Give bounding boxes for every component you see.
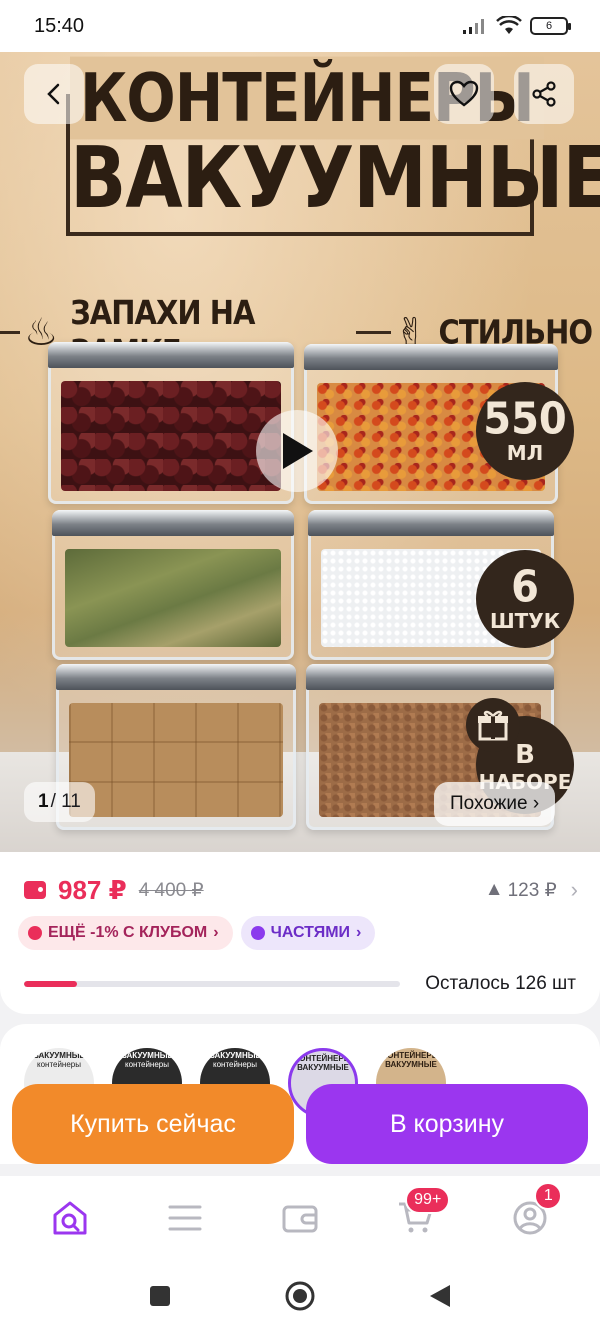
stock-row: Осталось 126 шт: [24, 970, 576, 998]
home-search-icon: [53, 1201, 87, 1235]
nav-cart[interactable]: 99+: [385, 1186, 451, 1248]
divider: [0, 330, 21, 334]
triangle-up-icon: ▲: [484, 879, 504, 900]
chevron-right-icon: ›: [356, 924, 362, 941]
variant-subtitle: ВАКУУМНЫЕ: [297, 1062, 349, 1072]
price-diff-value: 123 ₽: [507, 879, 557, 901]
chevron-right-icon: ›: [570, 877, 578, 902]
club-discount-label: ЕЩЁ -1% С КЛУБОМ: [48, 924, 208, 941]
variant-subtitle: контейнеры: [36, 1059, 81, 1069]
gift-icon: [466, 698, 520, 752]
square-icon: [150, 1286, 170, 1306]
badge-volume: 550 МЛ: [476, 382, 574, 480]
wallet-icon: [24, 881, 46, 899]
wallet-nav-icon: [282, 1205, 318, 1233]
similar-button[interactable]: Похожие ›: [434, 782, 556, 826]
banner-line-2: ВАКУУМНЫЕ: [70, 128, 600, 228]
status-bar: 15:40 6: [0, 0, 600, 52]
recents-button[interactable]: [140, 1276, 180, 1316]
variant-subtitle: контейнеры: [124, 1059, 169, 1069]
count-unit: ШТУК: [489, 609, 561, 633]
container-beans: [48, 342, 294, 504]
image-index: 1: [38, 791, 49, 812]
price-card: 987 ₽ 4 400 ₽ ▲ 123 ₽ › ЕЩЁ -1% С КЛУБОМ…: [0, 852, 600, 1014]
chevron-left-icon: [47, 83, 60, 105]
action-bar: Купить сейчас В корзину: [0, 1080, 600, 1176]
menu-icon: [168, 1205, 202, 1231]
product-image[interactable]: КОНТЕЙНЕРЫ ВАКУУМНЫЕ ♨ ЗАПАХИ НА ЗАМКЕ ✌…: [0, 52, 600, 852]
variant-subtitle: контейнеры: [212, 1059, 257, 1069]
play-video-button[interactable]: [256, 410, 338, 492]
nav-wallet[interactable]: [270, 1188, 330, 1248]
status-time: 15:40: [34, 14, 85, 37]
similar-label: Похожие ›: [450, 793, 540, 814]
promo-pills: ЕЩЁ -1% С КЛУБОМ › ЧАСТЯМИ ›: [18, 916, 376, 950]
price-row[interactable]: 987 ₽ 4 400 ₽ ▲ 123 ₽ ›: [24, 872, 578, 908]
image-total: / 11: [50, 791, 81, 812]
play-icon: [283, 433, 313, 469]
system-back-button[interactable]: [420, 1276, 460, 1316]
nav-profile[interactable]: 1: [500, 1182, 563, 1248]
container-bay-leaves: [52, 510, 294, 660]
status-icons: 6: [462, 16, 571, 36]
cart-count-badge: 99+: [405, 1186, 451, 1214]
stock-progress: [24, 981, 400, 987]
divider: [355, 330, 391, 334]
nav-home[interactable]: [40, 1188, 100, 1248]
pay-in-parts-label: ЧАСТЯМИ: [270, 924, 351, 941]
volume-value: 550: [483, 393, 567, 445]
pay-in-parts-pill[interactable]: ЧАСТЯМИ ›: [240, 916, 376, 950]
bottom-nav: 99+ 1: [0, 1176, 600, 1260]
battery-level: 6: [545, 20, 553, 32]
wifi-icon: [496, 16, 522, 34]
signal-icon: [463, 19, 484, 34]
image-counter: 1 / 11: [24, 782, 95, 822]
home-button[interactable]: [280, 1276, 320, 1316]
volume-unit: МЛ: [506, 441, 544, 465]
battery-icon: 6: [530, 17, 571, 35]
profile-notification-badge: 1: [534, 1182, 563, 1210]
back-button[interactable]: [24, 64, 84, 124]
price-diff: ▲ 123 ₽: [485, 879, 557, 902]
favorite-button[interactable]: [434, 64, 494, 124]
pie-chart-icon: [250, 926, 265, 940]
share-icon: [532, 81, 556, 107]
price-old: 4 400 ₽: [138, 879, 204, 901]
stock-progress-fill: [24, 981, 77, 987]
add-to-cart-button[interactable]: В корзину: [306, 1084, 588, 1164]
price-current: 987 ₽: [58, 874, 127, 905]
share-button[interactable]: [514, 64, 574, 124]
variant-subtitle: ВАКУУМНЫЕ: [385, 1059, 437, 1069]
triangle-back-icon: [430, 1285, 450, 1307]
system-nav: [0, 1260, 600, 1332]
stock-remaining: Осталось 126 шт: [425, 973, 576, 994]
nav-catalog[interactable]: [155, 1188, 215, 1248]
set-line-1: В: [515, 740, 535, 770]
badge-count: 6 ШТУК: [476, 550, 574, 648]
club-discount-pill[interactable]: ЕЩЁ -1% С КЛУБОМ ›: [18, 916, 233, 950]
count-value: 6: [511, 561, 539, 613]
buy-now-button[interactable]: Купить сейчас: [12, 1084, 294, 1164]
chevron-right-icon: ›: [213, 924, 219, 941]
club-icon: [28, 926, 42, 940]
heart-icon: [449, 80, 479, 107]
circle-icon: [285, 1281, 315, 1311]
